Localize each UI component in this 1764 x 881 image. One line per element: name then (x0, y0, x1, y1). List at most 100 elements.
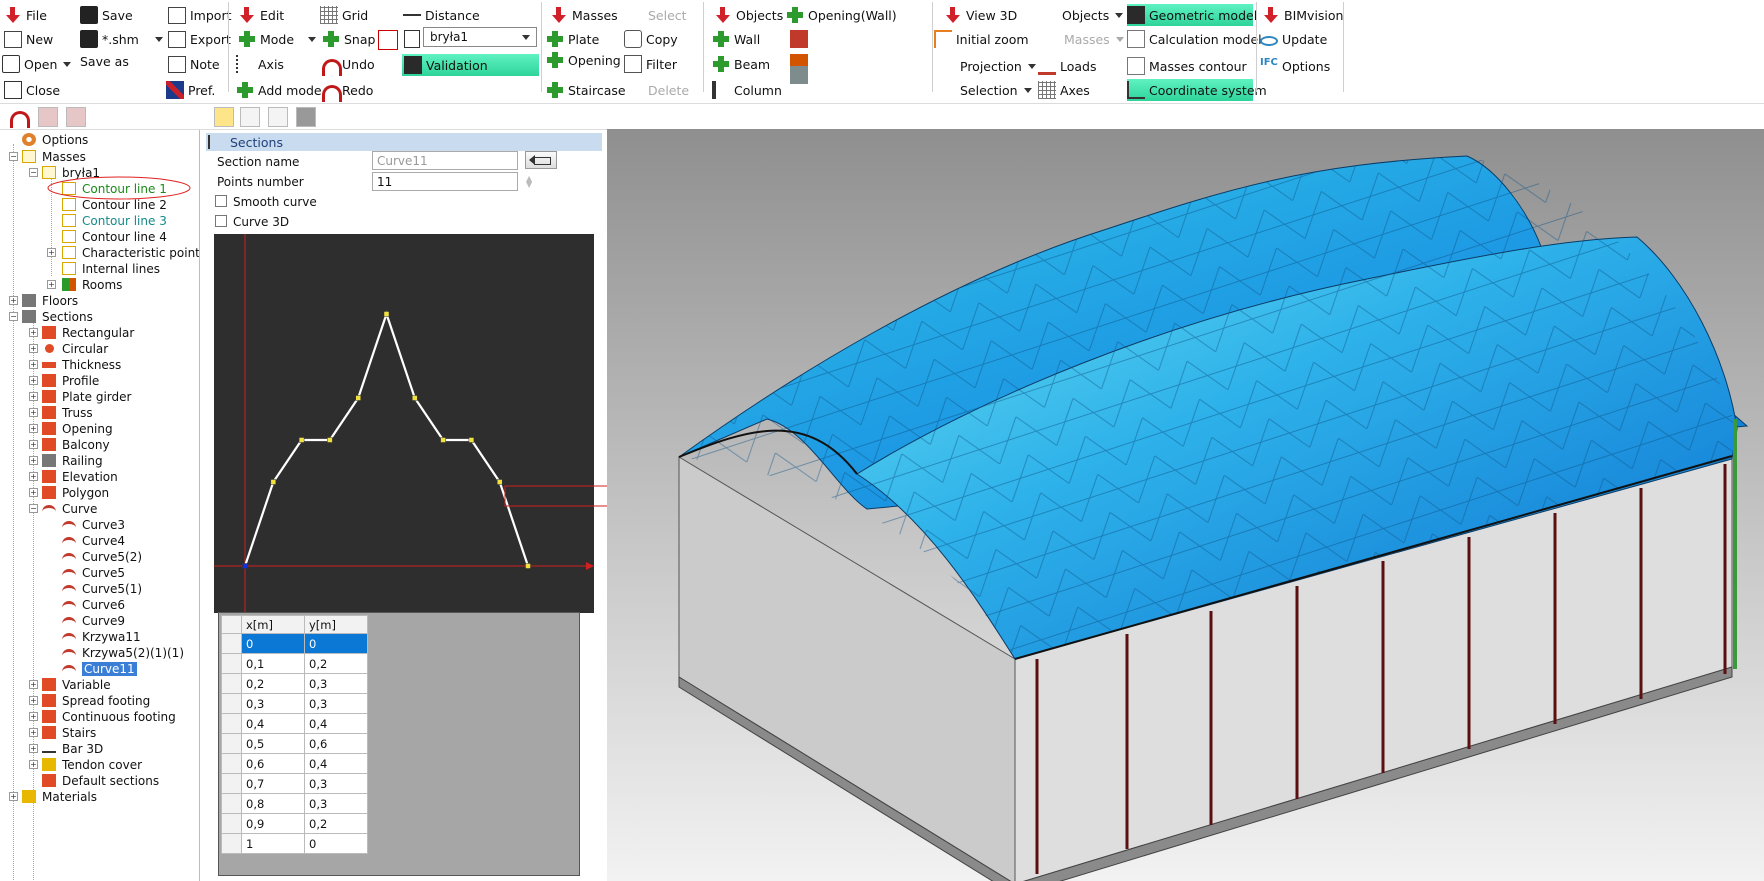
expand-toggle[interactable]: + (9, 296, 18, 305)
table-row[interactable]: 0,3 0,3 (221, 693, 368, 714)
tree-item-opening[interactable]: Opening (42, 420, 113, 437)
axes-button[interactable]: Axes (1038, 79, 1090, 101)
expand-toggle[interactable]: + (47, 248, 56, 257)
undo-button[interactable]: Undo (320, 53, 375, 76)
update-button[interactable]: Update (1260, 28, 1327, 50)
column-button[interactable]: Column (712, 79, 782, 101)
tree-item-elevation[interactable]: Elevation (42, 468, 118, 485)
grid-button[interactable]: Grid (320, 4, 368, 26)
objects-visibility-dropdown[interactable]: Objects (1062, 4, 1124, 26)
select-button[interactable]: Select (648, 4, 687, 26)
table-row[interactable]: 0,7 0,3 (221, 773, 368, 794)
move-point-icon[interactable] (214, 107, 234, 127)
tree-item-spread-footing[interactable]: Spread footing (42, 692, 150, 709)
tree-item-rectangular[interactable]: Rectangular (42, 324, 134, 341)
tree-item-curve-selected[interactable]: Curve11 (62, 660, 137, 677)
bimvision-button[interactable]: BIMvision (1262, 4, 1343, 26)
file-button[interactable]: File (4, 4, 47, 26)
tree-item-contour-4[interactable]: Contour line 4 (62, 228, 167, 245)
curve-plot[interactable] (214, 234, 594, 613)
draw-curve-icon[interactable] (240, 107, 260, 127)
3d-model-view[interactable] (607, 129, 1764, 881)
column-header-y[interactable]: y[m] (304, 615, 368, 634)
spinner-icon[interactable]: ▲ ▼ (526, 175, 534, 189)
tree-item-polygon[interactable]: Polygon (42, 484, 109, 501)
shm-save-button[interactable]: *.shm (80, 28, 163, 50)
opening-wall-button[interactable]: Opening(Wall) (786, 4, 897, 26)
staircase-button[interactable]: Staircase (546, 79, 626, 101)
tree-item-thickness[interactable]: Thickness (42, 356, 121, 373)
tree-item-curve[interactable]: Curve (42, 500, 97, 517)
tree-item-continuous-footing[interactable]: Continuous footing (42, 708, 176, 725)
rotate-icon[interactable] (8, 107, 30, 128)
3d-viewport[interactable] (607, 129, 1764, 881)
panel-header[interactable]: Sections (206, 133, 602, 151)
tree-item-masses[interactable]: Masses (22, 148, 86, 165)
solid-select[interactable]: bryła1 (423, 27, 537, 47)
tree-item-stairs[interactable]: Stairs (42, 724, 96, 741)
add-mode-button[interactable]: Add mode (236, 79, 322, 101)
geometric-model-button[interactable]: Geometric model (1127, 4, 1257, 26)
tree-item-curve[interactable]: Curve5 (62, 564, 125, 581)
initial-zoom-button[interactable]: Initial zoom (934, 28, 1029, 50)
table-row[interactable]: 0,5 0,6 (221, 733, 368, 754)
tree-item-curve[interactable]: Curve4 (62, 532, 125, 549)
rectangle-select-icon[interactable] (378, 30, 398, 50)
tree-item-tendon-cover[interactable]: Tendon cover (42, 756, 142, 773)
tree-item-curve[interactable]: Curve5(2) (62, 548, 142, 565)
collapse-toggle[interactable]: − (9, 312, 18, 321)
view3d-button[interactable]: View 3D (944, 4, 1017, 26)
axis-button[interactable]: Axis (236, 53, 284, 75)
save-button[interactable]: Save (80, 4, 133, 26)
curve-point[interactable] (440, 437, 446, 443)
curve-preview-canvas[interactable] (214, 234, 594, 613)
tree-item-curve[interactable]: Curve6 (62, 596, 125, 613)
tree-item-internal-lines[interactable]: Internal lines (62, 260, 160, 277)
redo-button[interactable]: Redo (320, 79, 373, 102)
section-name-input[interactable]: Curve11 (372, 151, 518, 170)
curve-point[interactable] (298, 437, 305, 443)
collapse-toggle[interactable]: − (9, 152, 18, 161)
snap-button[interactable]: Snap (322, 28, 375, 50)
tree-item-truss[interactable]: Truss (42, 404, 93, 421)
tree-item-curve[interactable]: Curve5(1) (62, 580, 142, 597)
tree-tool2-icon[interactable] (66, 107, 86, 127)
coordinate-system-button[interactable]: Coordinate system (1127, 79, 1267, 101)
tree-item-variable[interactable]: Variable (42, 676, 111, 693)
curve-point[interactable] (468, 437, 475, 443)
curve-point[interactable] (355, 395, 361, 401)
curve-point[interactable] (383, 311, 390, 317)
collapse-toggle[interactable]: − (29, 168, 38, 177)
tree-tool-icon[interactable] (38, 107, 58, 127)
masses-contour-button[interactable]: Masses contour (1127, 55, 1247, 77)
calculation-model-button[interactable]: Calculation model (1127, 28, 1262, 50)
tree-item-characteristic-points[interactable]: Characteristic points (62, 244, 199, 261)
loads-button[interactable]: Loads (1038, 55, 1097, 77)
beam-button[interactable]: Beam (712, 53, 770, 75)
tree-item-rooms[interactable]: Rooms (62, 276, 122, 293)
tree-item-circular[interactable]: Circular (42, 340, 108, 357)
curve-point[interactable] (242, 563, 248, 569)
tree-item-options[interactable]: Options (22, 131, 88, 148)
note-button[interactable]: Note (166, 53, 220, 75)
masses-button[interactable]: Masses (550, 4, 618, 26)
tree-item-materials[interactable]: Materials (22, 788, 97, 805)
edit-curve-icon[interactable] (268, 107, 288, 127)
curve-point[interactable] (412, 395, 418, 401)
table-row[interactable]: 0,6 0,4 (221, 753, 368, 774)
smooth-curve-checkbox[interactable] (215, 195, 227, 207)
tree-item-curve[interactable]: Krzywa11 (62, 628, 141, 645)
filter-button[interactable]: Filter (624, 53, 677, 75)
distance-button[interactable]: Distance (403, 4, 480, 26)
open-button[interactable]: Open (2, 53, 72, 75)
tree-item-railing[interactable]: Railing (42, 452, 103, 469)
table-row[interactable]: 0,2 0,3 (221, 673, 368, 694)
tree-item-plate-girder[interactable]: Plate girder (42, 388, 131, 405)
apply-name-button[interactable] (525, 151, 557, 169)
zoom-fit-icon[interactable] (296, 107, 316, 127)
curve-point[interactable] (327, 437, 333, 443)
tree-item-bar3d[interactable]: Bar 3D (42, 740, 103, 757)
tree-item-balcony[interactable]: Balcony (42, 436, 110, 453)
tree-item-curve[interactable]: Curve9 (62, 612, 125, 629)
delete-button[interactable]: Delete (648, 79, 689, 101)
